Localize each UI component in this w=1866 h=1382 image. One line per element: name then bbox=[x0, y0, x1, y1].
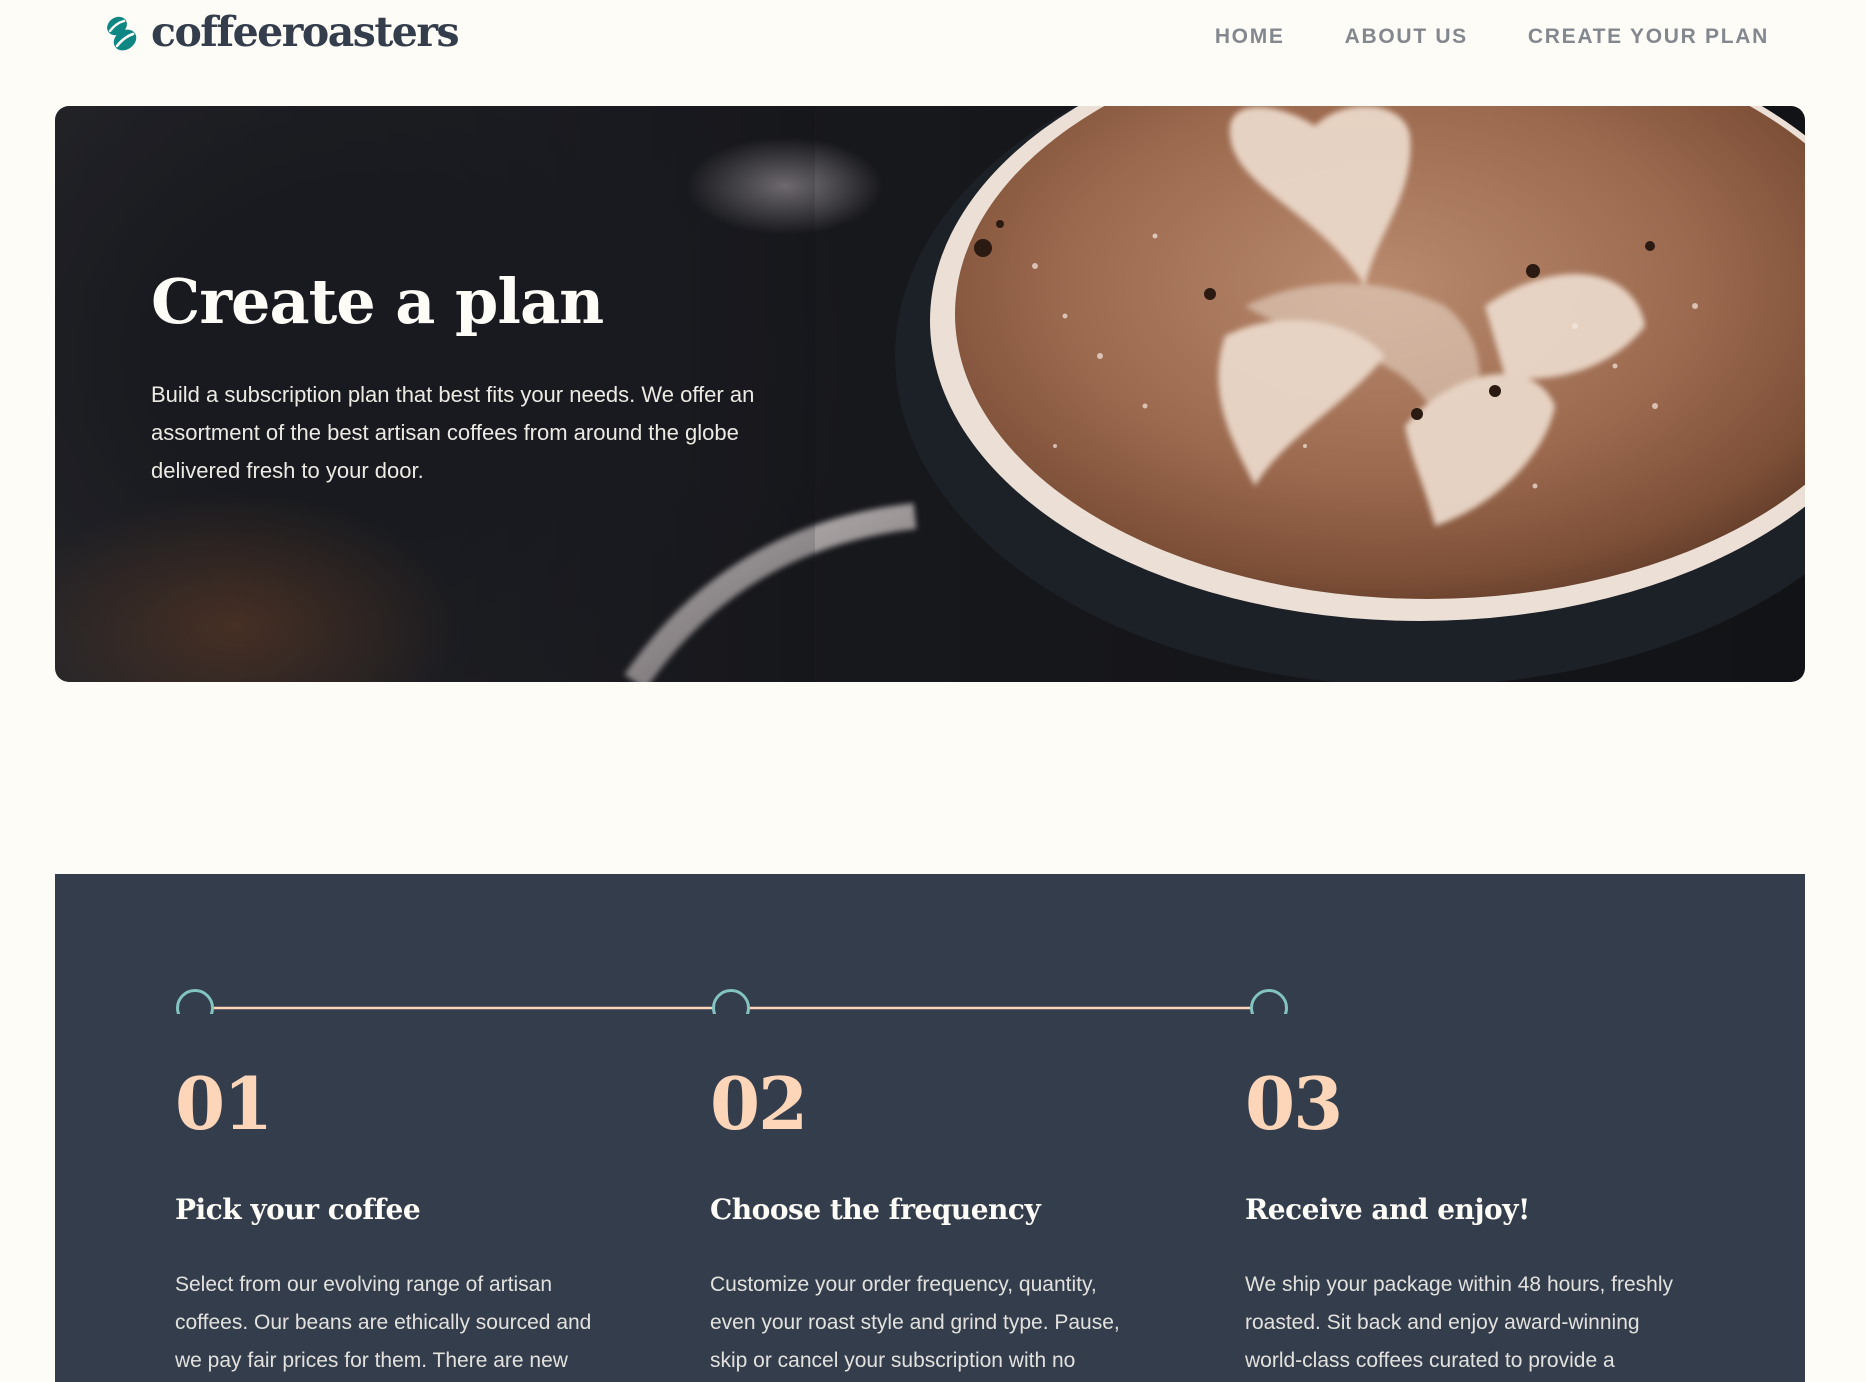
logo-link[interactable]: coffeeroasters bbox=[103, 8, 460, 56]
step-title: Pick your coffee bbox=[175, 1193, 421, 1226]
timeline-dot-3 bbox=[1250, 989, 1288, 1014]
nav-about-us[interactable]: ABOUT US bbox=[1345, 24, 1468, 50]
coffee-bean-logo-icon bbox=[107, 16, 137, 50]
timeline-dot-1 bbox=[176, 989, 214, 1014]
hero-title: Create a plan bbox=[151, 265, 604, 338]
step-description: We ship your package within 48 hours, fr… bbox=[1245, 1273, 1673, 1372]
step-description: Select from our evolving range of artisa… bbox=[175, 1273, 592, 1372]
step-number: 01 bbox=[175, 1061, 273, 1146]
page: coffeeroasters HOME ABOUT US CREATE YOUR… bbox=[0, 0, 1866, 1382]
nav-home[interactable]: HOME bbox=[1215, 24, 1285, 50]
timeline-dot-2 bbox=[712, 989, 750, 1014]
step-number: 02 bbox=[710, 1061, 808, 1146]
step-title: Receive and enjoy! bbox=[1245, 1193, 1530, 1226]
brand-name: coffeeroasters bbox=[151, 8, 460, 56]
step-description: Customize your order frequency, quantity… bbox=[710, 1273, 1120, 1372]
nav-create-your-plan[interactable]: CREATE YOUR PLAN bbox=[1528, 24, 1769, 50]
how-it-works-section: 01 Pick your coffee Select from our evol… bbox=[55, 874, 1805, 1382]
site-header: coffeeroasters HOME ABOUT US CREATE YOUR… bbox=[0, 0, 1866, 70]
hero-banner: Create a plan Build a subscription plan … bbox=[55, 106, 1805, 682]
steps-timeline bbox=[176, 989, 1288, 1014]
hero-description: Build a subscription plan that best fits… bbox=[151, 382, 755, 483]
main-nav: HOME ABOUT US CREATE YOUR PLAN bbox=[1215, 24, 1769, 50]
step-number: 03 bbox=[1245, 1061, 1343, 1146]
step-title: Choose the frequency bbox=[710, 1193, 1041, 1226]
